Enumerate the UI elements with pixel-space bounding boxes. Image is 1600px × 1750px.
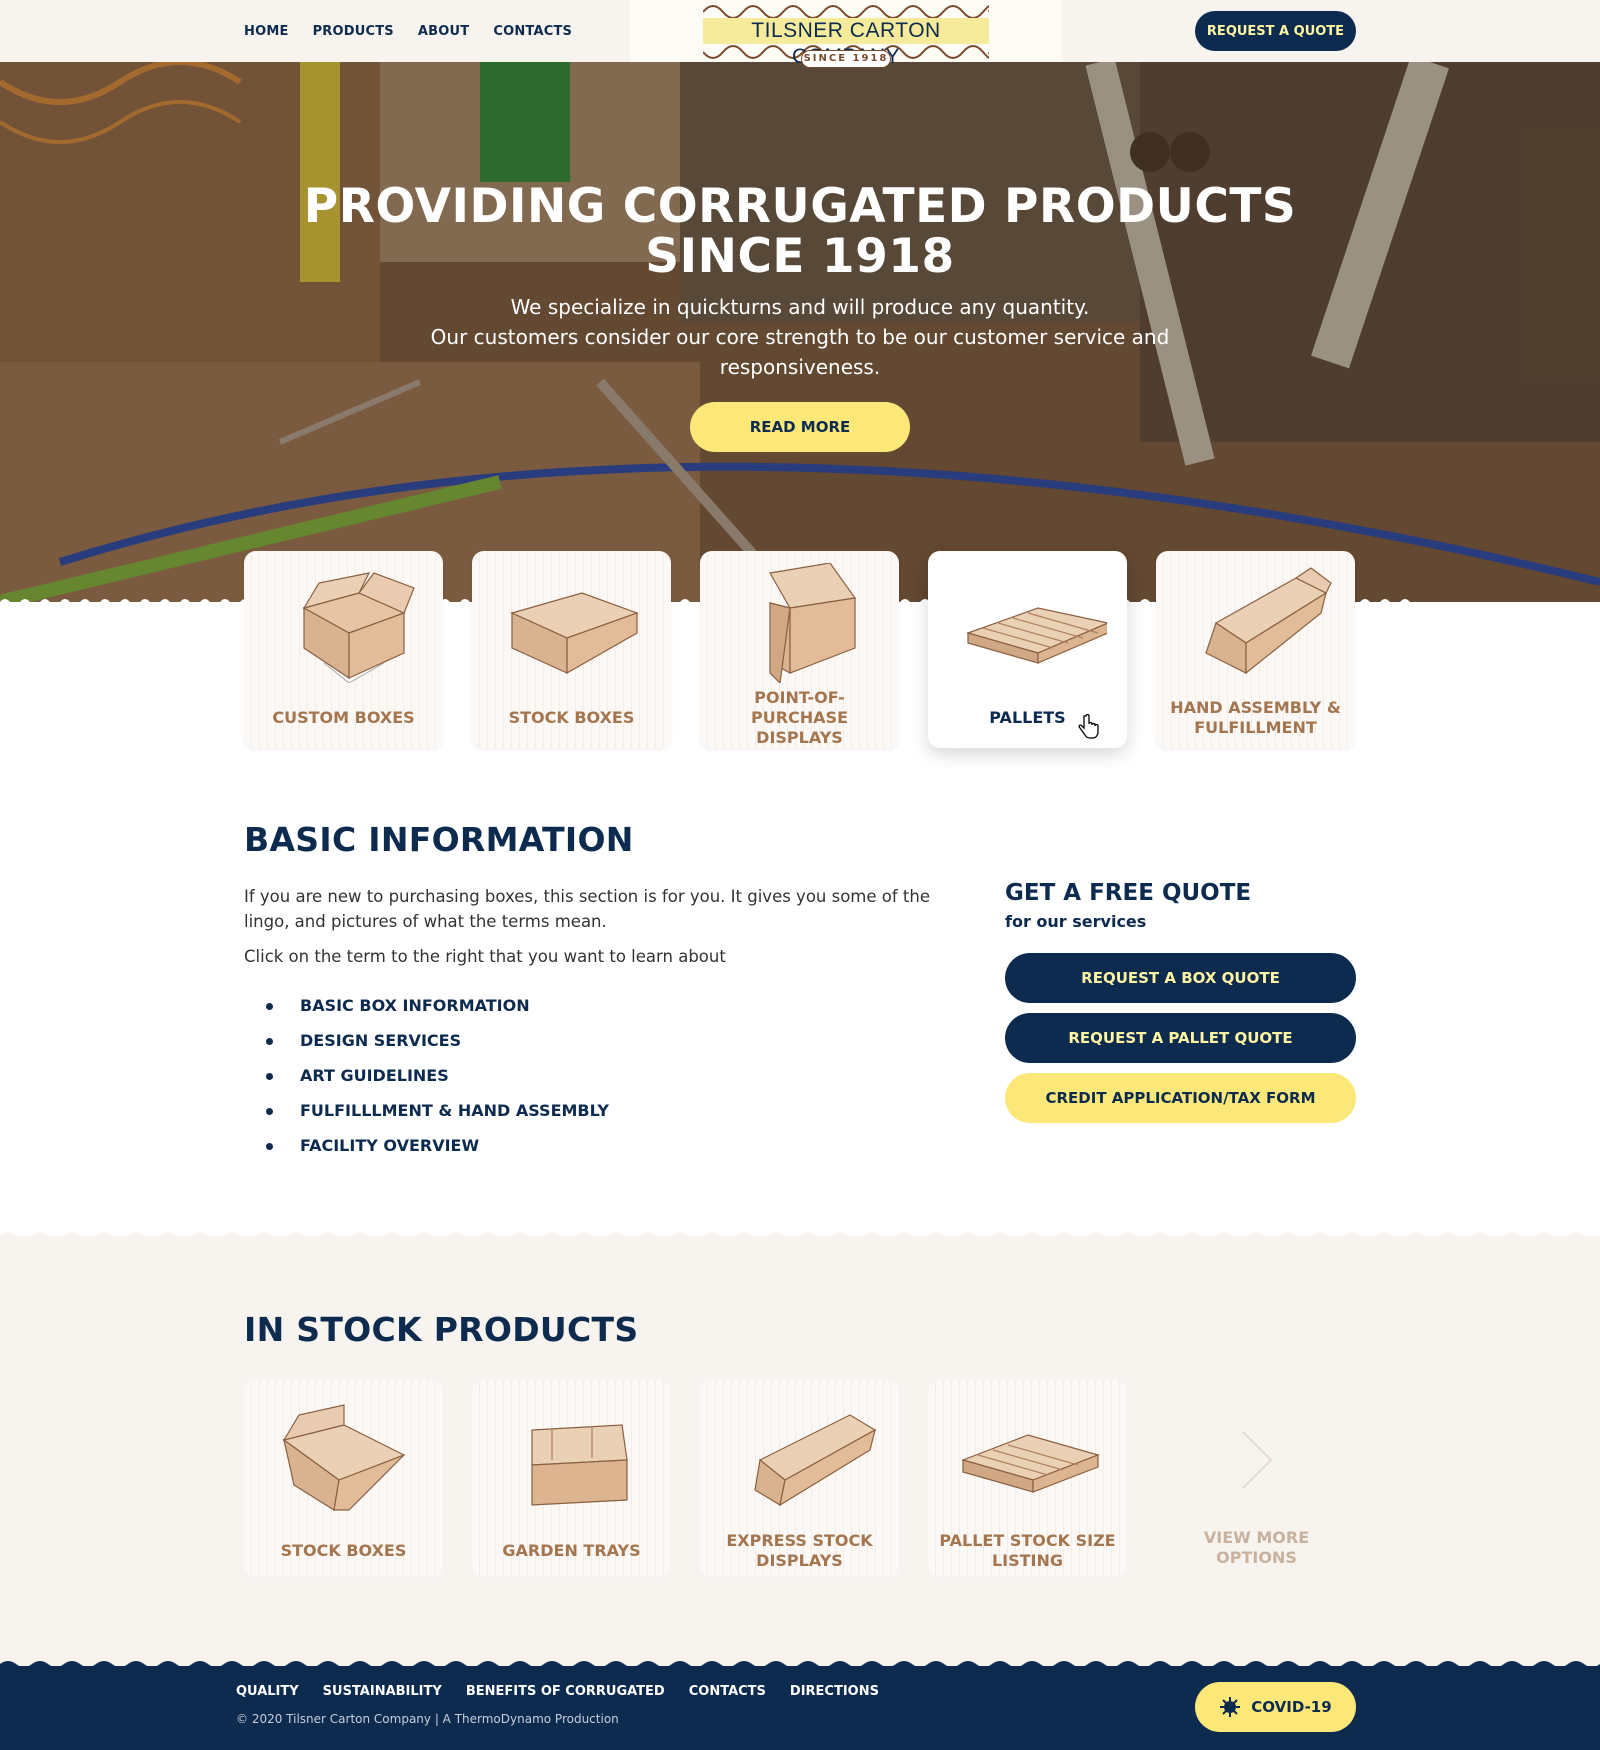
stock-label: PALLET STOCK SIZE LISTING — [939, 1531, 1116, 1570]
hero-banner: PROVIDING CORRUGATED PRODUCTS SINCE 1918… — [0, 62, 1600, 602]
display-box-icon — [769, 563, 857, 683]
view-more-options[interactable]: VIEW MORE OPTIONS — [1157, 1380, 1356, 1577]
topic-list: BASIC BOX INFORMATION DESIGN SERVICES AR… — [244, 994, 844, 1169]
category-card-pop-displays[interactable]: POINT-OF-PURCHASE DISPLAYS — [700, 551, 899, 748]
flat-box-icon — [510, 592, 639, 675]
free-quote-subheading: for our services — [1005, 912, 1147, 931]
nav-about-link[interactable]: ABOUT — [418, 24, 469, 39]
category-label: CUSTOM BOXES — [272, 708, 415, 727]
read-more-button[interactable]: READ MORE — [690, 402, 910, 452]
display-icon — [754, 1414, 877, 1507]
free-quote-heading: GET A FREE QUOTE — [1005, 880, 1252, 906]
category-label: POINT-OF-PURCHASE DISPLAYS — [750, 688, 848, 747]
pallet-icon — [966, 607, 1107, 664]
basic-info-intro: If you are new to purchasing boxes, this… — [244, 887, 931, 931]
topic-link[interactable]: ART GUIDELINES — [244, 1064, 844, 1099]
tray-icon — [531, 1424, 628, 1506]
footer-contacts-link[interactable]: CONTACTS — [689, 1684, 766, 1699]
hero-subtitle: We specialize in quickturns and will pro… — [400, 292, 1200, 382]
pallet-icon — [961, 1434, 1100, 1493]
hero-subtitle-line2: Our customers consider our core strength… — [430, 325, 1170, 379]
stock-card-garden-trays[interactable]: GARDEN TRAYS — [472, 1380, 671, 1577]
footer-nav: QUALITY SUSTAINABILITY BENEFITS OF CORRU… — [236, 1684, 879, 1699]
footer-sustainability-link[interactable]: SUSTAINABILITY — [323, 1684, 442, 1699]
category-card-stock-boxes[interactable]: STOCK BOXES — [472, 551, 671, 748]
category-card-custom-boxes[interactable]: CUSTOM BOXES — [244, 551, 443, 748]
stock-card-stock-boxes[interactable]: STOCK BOXES — [244, 1380, 443, 1577]
stock-card-pallet-stock[interactable]: PALLET STOCK SIZE LISTING — [928, 1380, 1127, 1577]
folded-box-icon — [1205, 567, 1332, 675]
basic-info-instruction: Click on the term to the right that you … — [244, 947, 726, 966]
topic-link[interactable]: BASIC BOX INFORMATION — [244, 994, 844, 1029]
footer-directions-link[interactable]: DIRECTIONS — [790, 1684, 879, 1699]
topic-link[interactable]: FULFILLLMENT & HAND ASSEMBLY — [244, 1099, 844, 1134]
stock-label: STOCK BOXES — [280, 1541, 407, 1560]
request-pallet-quote-button[interactable]: REQUEST A PALLET QUOTE — [1005, 1013, 1356, 1063]
stock-card-express-stock-displays[interactable]: EXPRESS STOCK DISPLAYS — [700, 1380, 899, 1577]
hand-cursor-icon — [1078, 714, 1099, 739]
site-header: HOME PRODUCTS ABOUT CONTACTS TILSNER CAR… — [0, 0, 1600, 68]
topic-link[interactable]: FACILITY OVERVIEW — [244, 1134, 844, 1169]
logo-since-badge: SINCE 1918 — [801, 50, 891, 68]
credit-application-button[interactable]: CREDIT APPLICATION/TAX FORM — [1005, 1073, 1356, 1123]
category-label: STOCK BOXES — [508, 708, 635, 727]
nav-products-link[interactable]: PRODUCTS — [313, 24, 394, 39]
covid-button[interactable]: COVID-19 — [1195, 1682, 1356, 1732]
open-box-icon — [282, 1404, 406, 1511]
chevron-right-icon — [1242, 1431, 1273, 1489]
basic-information-heading: BASIC INFORMATION — [244, 820, 634, 859]
request-box-quote-button[interactable]: REQUEST A BOX QUOTE — [1005, 953, 1356, 1003]
product-categories: CUSTOM BOXES STOCK BOXES POINT-OF-PURCHA… — [244, 551, 1356, 748]
view-more-label: VIEW MORE OPTIONS — [1203, 1528, 1310, 1567]
category-label: HAND ASSEMBLY & FULFILLMENT — [1170, 698, 1341, 737]
open-box-icon — [302, 572, 415, 683]
in-stock-heading: IN STOCK PRODUCTS — [244, 1310, 639, 1349]
virus-icon — [1220, 1697, 1241, 1717]
hero-title: PROVIDING CORRUGATED PRODUCTS SINCE 1918 — [303, 179, 1297, 284]
site-footer — [0, 1666, 1600, 1750]
request-quote-button[interactable]: REQUEST A QUOTE — [1195, 11, 1356, 51]
main-nav: HOME PRODUCTS ABOUT CONTACTS — [244, 0, 572, 62]
topic-link[interactable]: DESIGN SERVICES — [244, 1029, 844, 1064]
covid-label: COVID-19 — [1251, 1698, 1332, 1716]
copyright-text: © 2020 Tilsner Carton Company | A Thermo… — [236, 1712, 619, 1726]
footer-quality-link[interactable]: QUALITY — [236, 1684, 299, 1699]
stock-label: GARDEN TRAYS — [502, 1541, 641, 1560]
nav-contacts-link[interactable]: CONTACTS — [493, 24, 572, 39]
stock-label: EXPRESS STOCK DISPLAYS — [726, 1531, 873, 1570]
in-stock-cards: STOCK BOXES GARDEN TRAYS EXPRESS STOCK D… — [244, 1380, 1127, 1577]
footer-benefits-link[interactable]: BENEFITS OF CORRUGATED — [466, 1684, 665, 1699]
hero-subtitle-line1: We specialize in quickturns and will pro… — [510, 295, 1090, 319]
category-card-hand-assembly[interactable]: HAND ASSEMBLY & FULFILLMENT — [1156, 551, 1355, 748]
site-logo[interactable]: TILSNER CARTON COMPANY SINCE 1918 — [630, 0, 1062, 68]
nav-home-link[interactable]: HOME — [244, 24, 289, 39]
logo-title: TILSNER CARTON COMPANY — [703, 18, 989, 68]
wavy-divider — [0, 1233, 1600, 1242]
